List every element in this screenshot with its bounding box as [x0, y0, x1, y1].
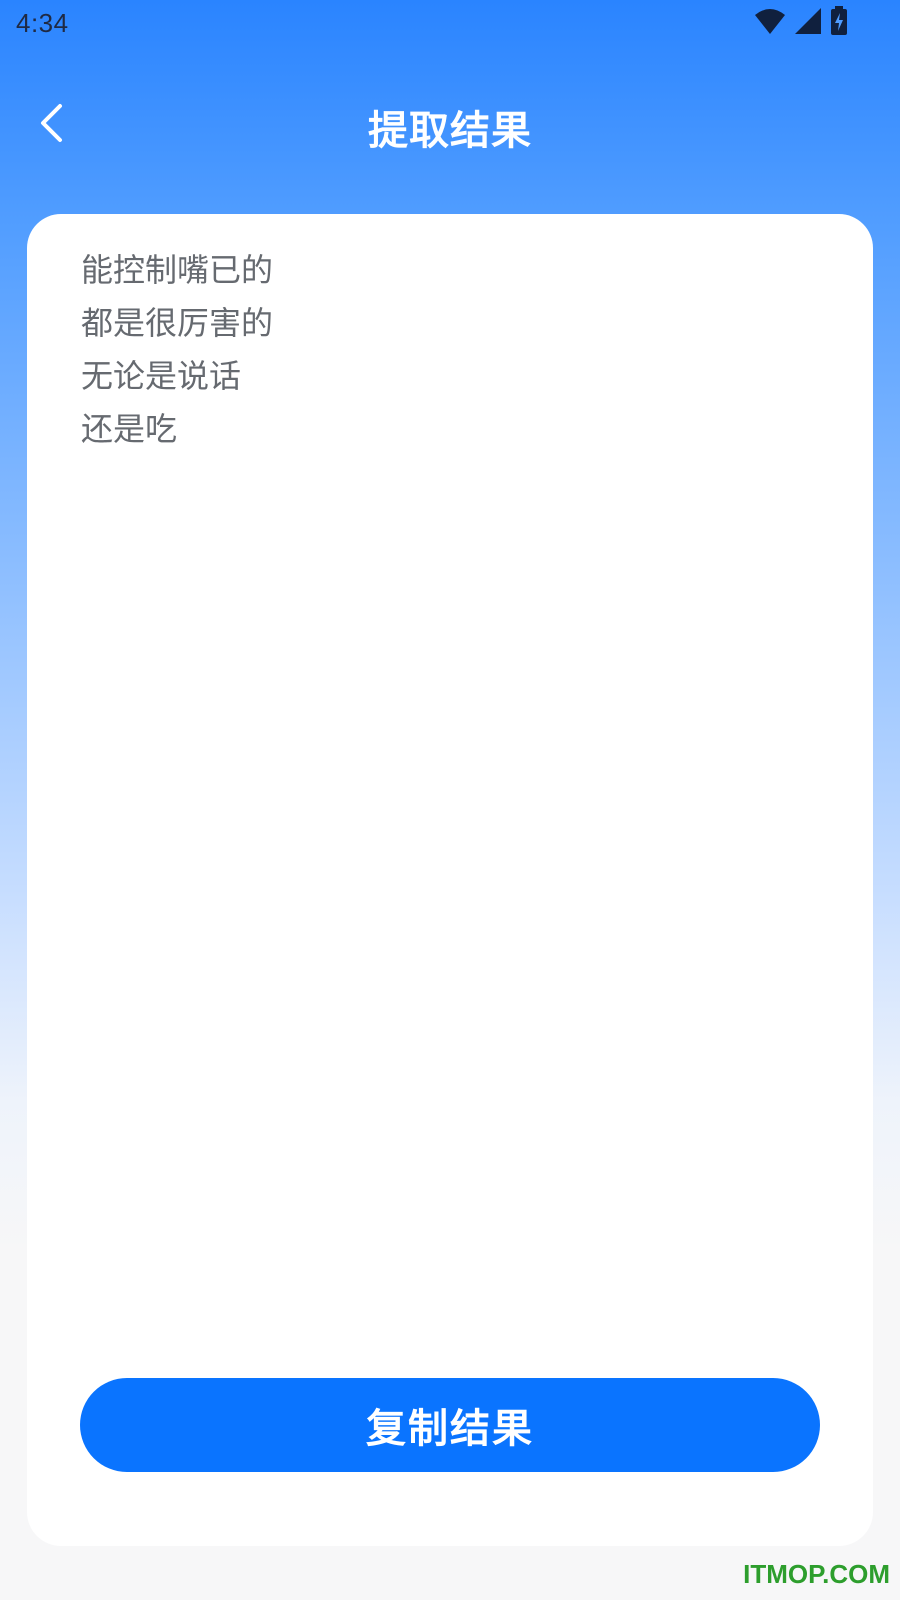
result-card: 能控制嘴已的 都是很厉害的 无论是说话 还是吃 复制结果 [27, 214, 873, 1546]
wifi-icon [754, 7, 786, 39]
copy-result-button[interactable]: 复制结果 [80, 1378, 820, 1472]
status-icons [754, 6, 848, 40]
watermark: ITMOP.COM [743, 1559, 890, 1589]
page-title: 提取结果 [368, 108, 532, 154]
status-bar: 4:34 [0, 0, 900, 50]
status-time: 4:34 [16, 8, 69, 38]
result-text[interactable]: 能控制嘴已的 都是很厉害的 无论是说话 还是吃 [81, 244, 821, 456]
signal-icon [794, 7, 822, 39]
battery-charging-icon [830, 6, 848, 40]
top-nav: 提取结果 [0, 80, 900, 170]
